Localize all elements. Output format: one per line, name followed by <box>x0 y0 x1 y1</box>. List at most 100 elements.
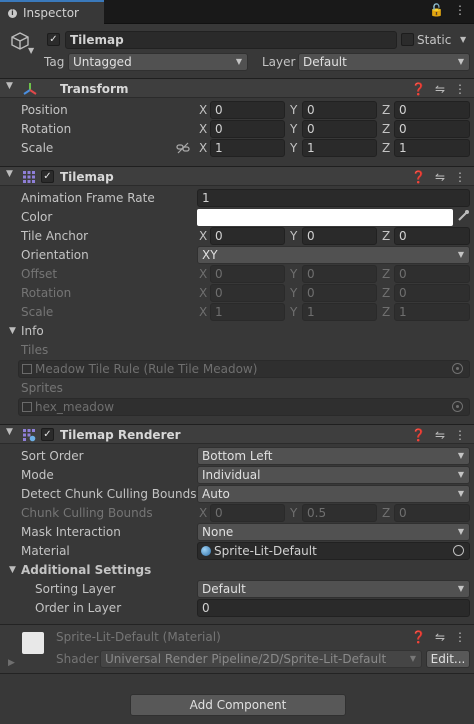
z-axis-label[interactable]: Z <box>382 139 390 157</box>
tile-anchor-z-input[interactable]: 0 <box>394 227 470 245</box>
constrain-link-icon[interactable] <box>176 141 190 155</box>
animation-frame-rate-label: Animation Frame Rate <box>21 191 155 205</box>
z-axis-label[interactable]: Z <box>382 120 390 138</box>
scale-x-input[interactable]: 1 <box>210 139 285 157</box>
material-value: Sprite-Lit-Default <box>214 544 317 558</box>
x-axis-label[interactable]: X <box>199 227 207 245</box>
rotation-y-input[interactable]: 0 <box>302 120 377 138</box>
sort-order-dropdown[interactable]: Bottom Left ▼ <box>197 447 470 465</box>
static-dropdown-icon[interactable]: ▼ <box>460 32 466 48</box>
tilemap-rotation-label: Rotation <box>21 286 72 300</box>
info-icon: i <box>8 8 17 18</box>
layer-dropdown[interactable]: Default ▼ <box>298 53 470 71</box>
mode-label: Mode <box>21 468 54 482</box>
info-label[interactable]: Info <box>21 322 44 341</box>
preset-icon[interactable]: ⇋ <box>435 168 445 186</box>
tilemap-grid-icon <box>22 170 36 184</box>
tile-anchor-x-input[interactable]: 0 <box>210 227 285 245</box>
transform-header[interactable]: ▼ Transform ❓ ⇋ ⋮ <box>0 78 474 98</box>
object-name-input[interactable]: Tilemap <box>65 31 397 49</box>
y-axis-label[interactable]: Y <box>290 139 297 157</box>
help-icon[interactable]: ❓ <box>411 168 426 186</box>
order-in-layer-label: Order in Layer <box>35 601 122 615</box>
kebab-menu-icon[interactable]: ⋮ <box>454 426 466 444</box>
orientation-dropdown[interactable]: XY ▼ <box>197 246 470 264</box>
order-in-layer-input[interactable]: 0 <box>197 599 470 617</box>
sprites-label: Sprites <box>21 381 63 395</box>
z-axis-label: Z <box>382 267 391 281</box>
preset-icon[interactable]: ⇋ <box>435 426 445 444</box>
active-checkbox[interactable]: ✓ <box>47 33 60 46</box>
eyedropper-icon[interactable] <box>456 209 470 223</box>
scale-y-input[interactable]: 1 <box>302 139 377 157</box>
additional-settings-label[interactable]: Additional Settings <box>21 561 151 580</box>
x-axis-label[interactable]: X <box>199 101 207 119</box>
rotation-x-input[interactable]: 0 <box>210 120 285 138</box>
y-axis-label[interactable]: Y <box>290 101 297 119</box>
help-icon[interactable]: ❓ <box>411 80 426 98</box>
kebab-menu-icon[interactable]: ⋮ <box>454 80 466 98</box>
chevron-down-icon: ▼ <box>409 654 416 663</box>
x-axis-label[interactable]: X <box>199 120 207 138</box>
mode-dropdown[interactable]: Individual ▼ <box>197 466 470 484</box>
scale-z-input[interactable]: 1 <box>394 139 470 157</box>
additional-settings-foldout-icon[interactable]: ▼ <box>9 565 16 575</box>
static-checkbox[interactable] <box>401 33 414 46</box>
help-icon[interactable]: ❓ <box>411 426 426 444</box>
tilemap-enabled-checkbox[interactable]: ✓ <box>41 170 54 183</box>
y-axis-label[interactable]: Y <box>290 227 297 245</box>
foldout-arrow-icon[interactable]: ▼ <box>6 81 13 91</box>
position-y-input[interactable]: 0 <box>302 101 377 119</box>
lock-icon[interactable]: 🔓 <box>429 3 444 17</box>
preset-icon[interactable]: ⇋ <box>435 80 445 98</box>
object-picker-icon <box>452 363 463 374</box>
material-field[interactable]: Sprite-Lit-Default <box>197 542 470 560</box>
y-axis-label[interactable]: Y <box>290 120 297 138</box>
help-icon[interactable]: ❓ <box>411 628 426 646</box>
chevron-down-icon: ▼ <box>457 489 464 498</box>
shader-label: Shader <box>56 652 99 666</box>
color-swatch[interactable] <box>197 209 453 226</box>
z-axis-label[interactable]: Z <box>382 101 390 119</box>
x-axis-label: X <box>199 286 208 300</box>
object-picker-icon[interactable] <box>453 545 464 556</box>
foldout-arrow-icon[interactable]: ▼ <box>6 169 13 179</box>
chevron-down-icon: ▼ <box>457 451 464 460</box>
mask-interaction-dropdown[interactable]: None ▼ <box>197 523 470 541</box>
position-x-input[interactable]: 0 <box>210 101 285 119</box>
tab-bar: i Inspector 🔓 ⋮ <box>0 0 474 24</box>
tilemap-renderer-header[interactable]: ▼ ✓ Tilemap Renderer ❓ ⇋ ⋮ <box>0 424 474 444</box>
tag-label: Tag <box>44 55 65 69</box>
chevron-down-icon: ▼ <box>457 584 464 593</box>
shader-edit-button[interactable]: Edit... <box>426 650 470 668</box>
add-component-button[interactable]: Add Component <box>130 694 346 716</box>
kebab-menu-icon[interactable]: ⋮ <box>454 168 466 186</box>
cube-dropdown-icon[interactable]: ▼ <box>28 46 34 55</box>
kebab-menu-icon[interactable]: ⋮ <box>454 3 466 17</box>
x-axis-label: X <box>199 506 208 520</box>
kebab-menu-icon[interactable]: ⋮ <box>454 628 466 646</box>
mask-interaction-value: None <box>202 525 234 539</box>
z-axis-label[interactable]: Z <box>382 227 390 245</box>
sorting-layer-label: Sorting Layer <box>35 582 116 596</box>
foldout-arrow-icon[interactable]: ▼ <box>6 427 13 437</box>
tile-anchor-y-input[interactable]: 0 <box>302 227 377 245</box>
orientation-value: XY <box>202 248 218 262</box>
preset-icon[interactable]: ⇋ <box>435 628 445 646</box>
animation-frame-rate-input[interactable]: 1 <box>197 189 470 207</box>
tag-dropdown[interactable]: Untagged ▼ <box>68 53 248 71</box>
x-axis-label[interactable]: X <box>199 139 207 157</box>
tiles-label: Tiles <box>21 343 49 357</box>
material-panel-foldout-icon[interactable]: ▶ <box>8 658 15 668</box>
rotation-z-input[interactable]: 0 <box>394 120 470 138</box>
tab-inspector[interactable]: i Inspector <box>0 0 104 24</box>
position-z-input[interactable]: 0 <box>394 101 470 119</box>
info-foldout-icon[interactable]: ▼ <box>9 326 16 336</box>
offset-z-input: 0 <box>394 265 470 283</box>
sorting-layer-dropdown[interactable]: Default ▼ <box>197 580 470 598</box>
renderer-enabled-checkbox[interactable]: ✓ <box>41 428 54 441</box>
detect-chunk-culling-dropdown[interactable]: Auto ▼ <box>197 485 470 503</box>
tilemap-header[interactable]: ▼ ✓ Tilemap ❓ ⇋ ⋮ <box>0 166 474 186</box>
offset-x-input: 0 <box>210 265 285 283</box>
transform-icon <box>23 82 37 96</box>
